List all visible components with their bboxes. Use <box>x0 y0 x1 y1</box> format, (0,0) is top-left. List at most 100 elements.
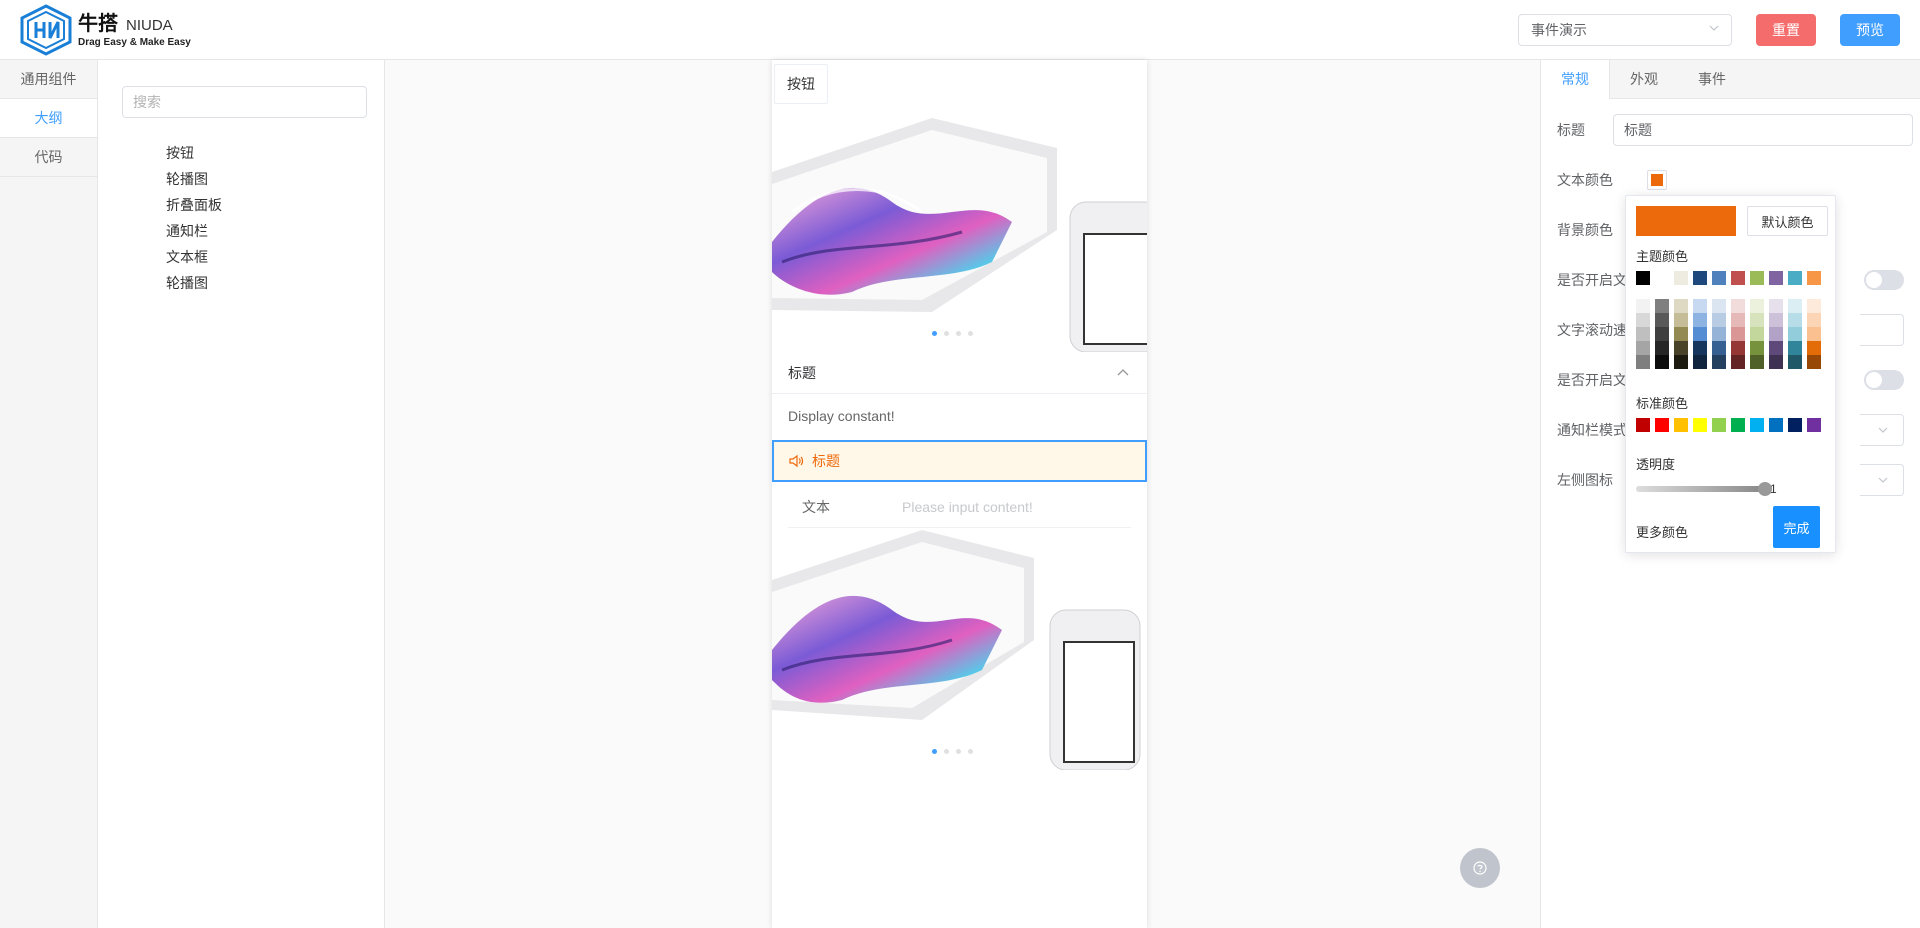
shade-color-swatch[interactable] <box>1636 341 1650 355</box>
theme-color-swatch[interactable] <box>1731 271 1745 285</box>
indicator-dot[interactable] <box>944 331 949 336</box>
notice-mode-select[interactable] <box>1860 414 1904 446</box>
outline-item[interactable]: 通知栏 <box>166 218 222 244</box>
shade-color-swatch[interactable] <box>1731 313 1745 327</box>
shade-color-swatch[interactable] <box>1769 327 1783 341</box>
collapse-header[interactable]: 标题 <box>772 352 1147 394</box>
shade-color-swatch[interactable] <box>1636 327 1650 341</box>
prop-title-input[interactable]: 标题 <box>1613 114 1913 146</box>
indicator-dot[interactable] <box>956 749 961 754</box>
shade-color-swatch[interactable] <box>1788 327 1802 341</box>
standard-color-swatch[interactable] <box>1636 418 1650 432</box>
standard-color-swatch[interactable] <box>1731 418 1745 432</box>
outline-item[interactable]: 按钮 <box>166 140 222 166</box>
shade-color-swatch[interactable] <box>1731 299 1745 313</box>
shade-color-swatch[interactable] <box>1807 355 1821 369</box>
theme-color-swatch[interactable] <box>1807 271 1821 285</box>
shade-color-swatch[interactable] <box>1674 327 1688 341</box>
shade-color-swatch[interactable] <box>1674 355 1688 369</box>
shade-color-swatch[interactable] <box>1655 299 1669 313</box>
theme-color-swatch[interactable] <box>1636 271 1650 285</box>
standard-color-swatch[interactable] <box>1655 418 1669 432</box>
text-field[interactable]: 文本 Please input content! <box>788 486 1131 528</box>
preview-button[interactable]: 预览 <box>1840 14 1900 46</box>
shade-color-swatch[interactable] <box>1788 341 1802 355</box>
shade-color-swatch[interactable] <box>1712 327 1726 341</box>
shade-color-swatch[interactable] <box>1731 341 1745 355</box>
theme-color-swatch[interactable] <box>1769 271 1783 285</box>
shade-color-swatch[interactable] <box>1788 355 1802 369</box>
standard-color-swatch[interactable] <box>1674 418 1688 432</box>
shade-color-swatch[interactable] <box>1693 341 1707 355</box>
toggle-switch[interactable] <box>1864 370 1904 390</box>
standard-color-swatch[interactable] <box>1769 418 1783 432</box>
nav-item-components[interactable]: 通用组件 <box>0 60 97 99</box>
shade-color-swatch[interactable] <box>1655 327 1669 341</box>
standard-color-swatch[interactable] <box>1807 418 1821 432</box>
opacity-slider[interactable] <box>1636 482 1772 496</box>
shade-color-swatch[interactable] <box>1750 341 1764 355</box>
shade-color-swatch[interactable] <box>1807 299 1821 313</box>
shade-color-swatch[interactable] <box>1769 341 1783 355</box>
text-color-swatch[interactable] <box>1647 170 1667 190</box>
shade-color-swatch[interactable] <box>1807 341 1821 355</box>
shade-color-swatch[interactable] <box>1712 341 1726 355</box>
carousel[interactable] <box>772 530 1147 770</box>
shade-color-swatch[interactable] <box>1769 299 1783 313</box>
standard-color-swatch[interactable] <box>1693 418 1707 432</box>
reset-button[interactable]: 重置 <box>1756 14 1816 46</box>
carousel[interactable] <box>772 112 1147 352</box>
theme-color-swatch[interactable] <box>1674 271 1688 285</box>
shade-color-swatch[interactable] <box>1731 355 1745 369</box>
done-button[interactable]: 完成 <box>1773 506 1820 548</box>
shade-color-swatch[interactable] <box>1807 327 1821 341</box>
shade-color-swatch[interactable] <box>1788 299 1802 313</box>
indicator-dot[interactable] <box>968 749 973 754</box>
shade-color-swatch[interactable] <box>1693 355 1707 369</box>
left-icon-select[interactable] <box>1860 464 1904 496</box>
help-button[interactable] <box>1460 848 1500 888</box>
shade-color-swatch[interactable] <box>1712 313 1726 327</box>
default-color-button[interactable]: 默认颜色 <box>1747 206 1828 236</box>
search-input[interactable] <box>122 86 367 118</box>
theme-color-swatch[interactable] <box>1788 271 1802 285</box>
indicator-dot[interactable] <box>956 331 961 336</box>
shade-color-swatch[interactable] <box>1655 341 1669 355</box>
shade-color-swatch[interactable] <box>1769 313 1783 327</box>
shade-color-swatch[interactable] <box>1674 341 1688 355</box>
outline-item[interactable]: 文本框 <box>166 244 222 270</box>
indicator-dot[interactable] <box>944 749 949 754</box>
shade-color-swatch[interactable] <box>1693 327 1707 341</box>
field-input[interactable]: Please input content! <box>902 499 1033 515</box>
shade-color-swatch[interactable] <box>1750 355 1764 369</box>
shade-color-swatch[interactable] <box>1788 313 1802 327</box>
outline-item[interactable]: 轮播图 <box>166 166 222 192</box>
theme-color-swatch[interactable] <box>1693 271 1707 285</box>
shade-color-swatch[interactable] <box>1807 313 1821 327</box>
scroll-speed-input[interactable] <box>1860 314 1904 346</box>
shade-color-swatch[interactable] <box>1712 355 1726 369</box>
shade-color-swatch[interactable] <box>1750 313 1764 327</box>
toggle-switch[interactable] <box>1864 270 1904 290</box>
shade-color-swatch[interactable] <box>1712 299 1726 313</box>
shade-color-swatch[interactable] <box>1693 313 1707 327</box>
logo[interactable]: 牛搭 NIUDA Drag Easy & Make Easy <box>18 4 191 56</box>
shade-color-swatch[interactable] <box>1769 355 1783 369</box>
notice-bar[interactable]: 标题 <box>772 440 1147 482</box>
shade-color-swatch[interactable] <box>1750 327 1764 341</box>
shade-color-swatch[interactable] <box>1636 313 1650 327</box>
shade-color-swatch[interactable] <box>1655 313 1669 327</box>
more-colors-link[interactable]: 更多颜色 <box>1636 522 1688 541</box>
nav-item-outline[interactable]: 大纲 <box>0 99 97 138</box>
shade-color-swatch[interactable] <box>1636 355 1650 369</box>
shade-color-swatch[interactable] <box>1731 327 1745 341</box>
outline-item[interactable]: 折叠面板 <box>166 192 222 218</box>
shade-color-swatch[interactable] <box>1750 299 1764 313</box>
theme-color-swatch[interactable] <box>1712 271 1726 285</box>
shade-color-swatch[interactable] <box>1655 355 1669 369</box>
tab-appearance[interactable]: 外观 <box>1610 60 1678 99</box>
indicator-dot[interactable] <box>932 331 937 336</box>
canvas-button[interactable]: 按钮 <box>774 64 828 104</box>
tab-events[interactable]: 事件 <box>1678 60 1746 99</box>
outline-item[interactable]: 轮播图 <box>166 270 222 296</box>
